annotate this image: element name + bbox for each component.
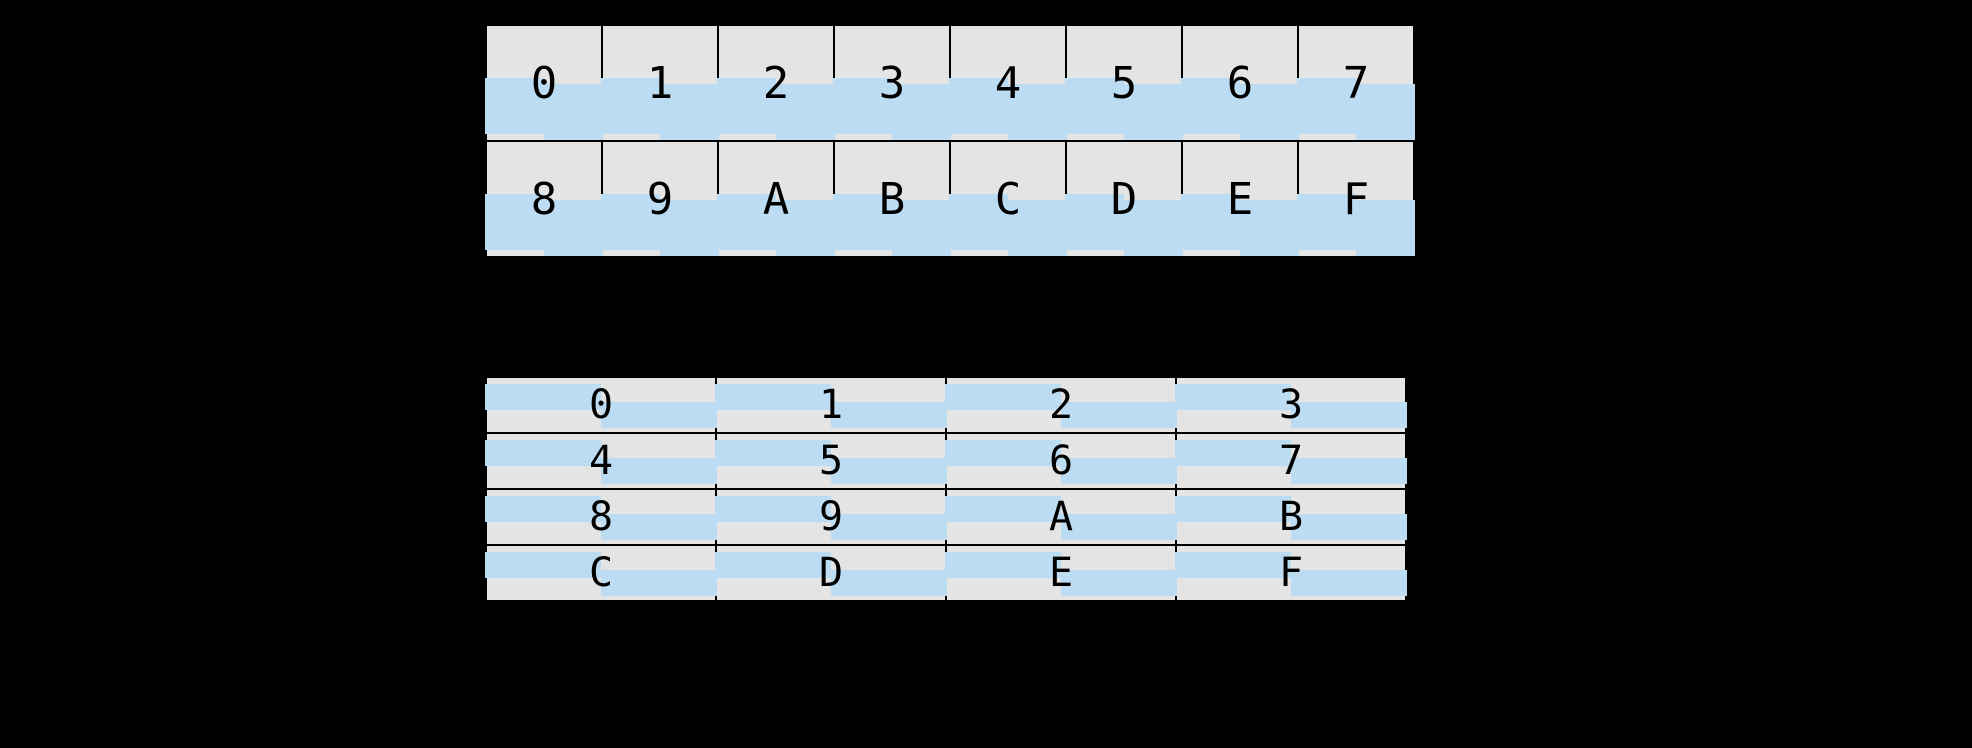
cell-label: 9 [819, 494, 843, 540]
grid-cell: 0 [486, 377, 716, 433]
grid-cell: C [950, 141, 1066, 257]
grid-cell: B [1176, 489, 1406, 545]
cell-label: 4 [589, 438, 613, 484]
grid-cell: 4 [950, 25, 1066, 141]
grid-cell: 8 [486, 141, 602, 257]
grid-cell: C [486, 545, 716, 601]
cell-label: 0 [589, 382, 613, 428]
grid-cell: 4 [486, 433, 716, 489]
table-row: 4 5 6 7 [486, 433, 1406, 489]
cell-label: 7 [1279, 438, 1303, 484]
grid-cell: 7 [1176, 433, 1406, 489]
cell-label: E [1049, 550, 1073, 596]
table-row: 0 1 2 3 4 5 6 7 [486, 25, 1414, 141]
cell-label: 5 [819, 438, 843, 484]
grid-cell: 3 [834, 25, 950, 141]
table-row: 0 1 2 3 [486, 377, 1406, 433]
grid-cell: 8 [486, 489, 716, 545]
grid-cell: F [1298, 141, 1414, 257]
table-row: 8 9 A B [486, 489, 1406, 545]
grid-cell: F [1176, 545, 1406, 601]
cell-label: F [1343, 174, 1370, 225]
cell-label: 6 [1049, 438, 1073, 484]
cell-label: 1 [819, 382, 843, 428]
cell-label: 7 [1343, 58, 1370, 109]
cell-label: 3 [879, 58, 906, 109]
cell-label: 9 [647, 174, 674, 225]
grid-cell: A [718, 141, 834, 257]
cell-label: F [1279, 550, 1303, 596]
cell-label: D [1111, 174, 1138, 225]
cell-label: A [1049, 494, 1073, 540]
cell-label: B [1279, 494, 1303, 540]
grid-cell: 9 [716, 489, 946, 545]
grid-cell: D [716, 545, 946, 601]
grid-cell: 5 [1066, 25, 1182, 141]
cell-label: 6 [1227, 58, 1254, 109]
grid-cell: 0 [486, 25, 602, 141]
cell-label: D [819, 550, 843, 596]
bottom-grid: 0 1 2 3 4 5 6 7 8 9 A B C D E F [485, 376, 1407, 602]
cell-label: A [763, 174, 790, 225]
grid-cell: 1 [716, 377, 946, 433]
grid-cell: D [1066, 141, 1182, 257]
grid-cell: 2 [718, 25, 834, 141]
grid-cell: 7 [1298, 25, 1414, 141]
cell-label: 1 [647, 58, 674, 109]
grid-cell: E [946, 545, 1176, 601]
grid-cell: B [834, 141, 950, 257]
cell-label: 3 [1279, 382, 1303, 428]
grid-cell: 9 [602, 141, 718, 257]
top-grid: 0 1 2 3 4 5 6 7 8 9 A B C D E F [485, 24, 1415, 258]
grid-cell: 1 [602, 25, 718, 141]
cell-label: C [589, 550, 613, 596]
cell-label: 8 [531, 174, 558, 225]
cell-label: 2 [763, 58, 790, 109]
cell-label: E [1227, 174, 1254, 225]
cell-label: B [879, 174, 906, 225]
table-row: C D E F [486, 545, 1406, 601]
cell-label: 0 [531, 58, 558, 109]
cell-label: 8 [589, 494, 613, 540]
grid-cell: 2 [946, 377, 1176, 433]
cell-label: 2 [1049, 382, 1073, 428]
table-row: 8 9 A B C D E F [486, 141, 1414, 257]
grid-cell: 6 [946, 433, 1176, 489]
grid-cell: E [1182, 141, 1298, 257]
cell-label: C [995, 174, 1022, 225]
cell-label: 5 [1111, 58, 1138, 109]
grid-cell: 6 [1182, 25, 1298, 141]
grid-cell: 5 [716, 433, 946, 489]
grid-cell: 3 [1176, 377, 1406, 433]
cell-label: 4 [995, 58, 1022, 109]
grid-cell: A [946, 489, 1176, 545]
